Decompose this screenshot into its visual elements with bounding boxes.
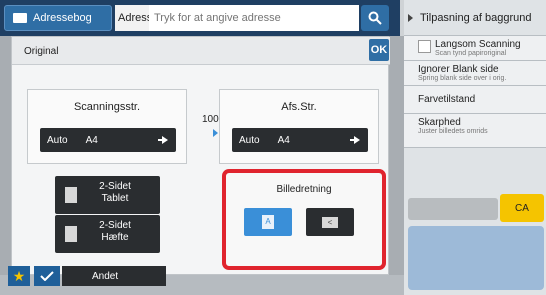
start-button xyxy=(408,226,544,290)
skip-blank-label: Ignorer Blank side xyxy=(418,64,499,75)
star-icon: ★ xyxy=(12,267,26,284)
scan-size-panel: Scanningsstr. Auto A4 xyxy=(27,89,187,164)
background-adjust-item[interactable]: Tilpasning af baggrund xyxy=(404,0,546,36)
skip-blank-item[interactable]: Ignorer Blank side Spring blank side ove… xyxy=(404,61,546,86)
ratio-arrow-icon xyxy=(213,129,218,137)
bottom-bar xyxy=(0,275,404,295)
image-orientation-panel: Billedretning A < xyxy=(222,169,386,270)
sharpness-label: Skarphed xyxy=(418,117,461,128)
scan-size-mode: Auto xyxy=(47,134,68,146)
favorite-button[interactable]: ★ xyxy=(8,266,30,286)
tablet-doc-icon xyxy=(65,187,77,203)
landscape-page-icon: < xyxy=(322,216,338,228)
send-size-select[interactable]: Auto A4 xyxy=(232,128,368,152)
scan-size-title: Scanningsstr. xyxy=(73,101,141,113)
address-book-label: Adressebog xyxy=(33,12,92,24)
address-book-button[interactable]: Adressebog xyxy=(4,5,112,31)
preview-button xyxy=(408,198,498,220)
other-button[interactable]: Andet xyxy=(62,266,166,286)
dialog-title: Original xyxy=(12,37,390,65)
scan-size-select[interactable]: Auto A4 xyxy=(40,128,176,152)
background-adjust-label: Tilpasning af baggrund xyxy=(420,11,532,24)
send-size-title: Afs.Str. xyxy=(281,101,317,113)
address-input[interactable] xyxy=(149,5,359,31)
send-size-value: A4 xyxy=(277,134,290,146)
scan-size-value: A4 xyxy=(85,134,98,146)
color-mode-item[interactable]: Farvetilstand xyxy=(404,86,546,114)
ok-button[interactable]: OK xyxy=(369,39,389,61)
arrow-right-icon xyxy=(350,136,360,144)
send-size-panel: Afs.Str. Auto A4 xyxy=(219,89,379,164)
color-mode-label: Farvetilstand xyxy=(418,94,476,105)
slow-scan-item[interactable]: Langsom Scanning Scan tynd papiroriginal xyxy=(404,36,546,61)
duplex-booklet-label: 2-Sidet Hæfte xyxy=(99,220,131,243)
search-icon xyxy=(368,11,382,25)
sharpness-item[interactable]: Skarphed Juster billedets omrids xyxy=(404,114,546,148)
slow-scan-label: Langsom Scanning xyxy=(435,39,521,50)
orientation-landscape-button[interactable]: < xyxy=(306,208,354,236)
search-button[interactable] xyxy=(361,5,389,31)
expand-arrow-icon xyxy=(408,14,413,22)
slow-scan-subtitle: Scan tynd papiroriginal xyxy=(435,50,507,57)
duplex-booklet-button[interactable]: 2-Sidet Hæfte xyxy=(55,215,160,253)
sharpness-subtitle: Juster billedets omrids xyxy=(418,128,488,135)
slow-scan-checkbox[interactable] xyxy=(418,40,431,53)
checkmark-icon xyxy=(40,271,54,281)
address-book-icon xyxy=(13,13,27,23)
duplex-tablet-button[interactable]: 2-Sidet Tablet xyxy=(55,176,160,214)
image-orientation-title: Billedretning xyxy=(276,184,332,195)
address-bar: Adressebog Adresse xyxy=(0,0,400,36)
check-button[interactable] xyxy=(34,266,60,286)
address-label: Adresse xyxy=(115,5,149,31)
arrow-right-icon xyxy=(158,136,168,144)
orientation-portrait-button[interactable]: A xyxy=(244,208,292,236)
skip-blank-subtitle: Spring blank side over i orig. xyxy=(418,75,507,82)
duplex-tablet-label: 2-Sidet Tablet xyxy=(99,181,131,204)
portrait-page-icon: A xyxy=(262,215,274,229)
ca-button[interactable]: CA xyxy=(500,194,544,222)
booklet-doc-icon xyxy=(65,226,77,242)
send-size-mode: Auto xyxy=(239,134,260,146)
